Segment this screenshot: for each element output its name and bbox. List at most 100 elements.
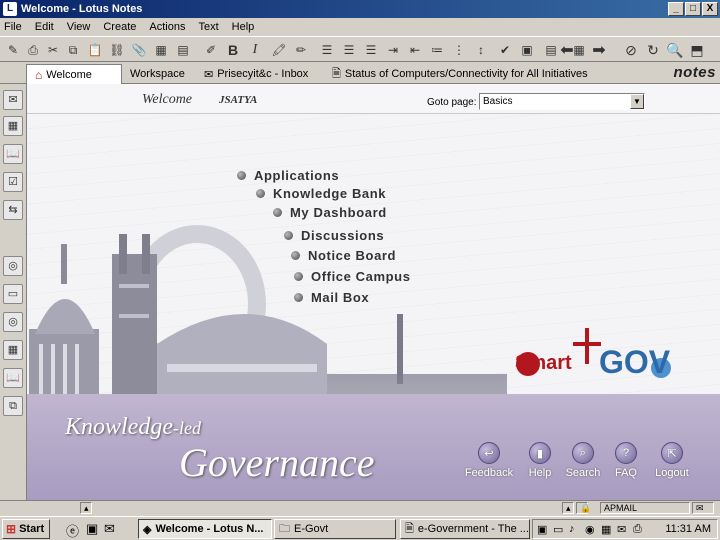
align-right-icon[interactable]: ☰ — [362, 41, 380, 59]
task-egovernment-doc[interactable]: 🗎 e-Government - The ... — [400, 519, 530, 539]
tray-app-icon[interactable]: ▦ — [601, 523, 611, 536]
start-button[interactable]: ⊞ Start — [2, 519, 50, 539]
logout-button[interactable]: ⇱ Logout — [644, 442, 700, 479]
tab-inbox[interactable]: ✉ Prisecyit&c - Inbox — [204, 64, 308, 84]
spell-icon[interactable]: ✔ — [496, 41, 514, 59]
tray-printer-icon[interactable]: ⎙ — [633, 523, 642, 536]
task-lotus-notes[interactable]: ◈ Welcome - Lotus N... — [138, 519, 272, 539]
text-color-icon[interactable]: ✏ — [292, 41, 310, 59]
tray-monitor-icon[interactable]: ▭ — [553, 523, 563, 536]
forward-icon[interactable]: ➡ — [590, 41, 608, 59]
link-discussions[interactable]: Discussions — [284, 228, 384, 243]
link-label: Notice Board — [308, 248, 397, 263]
tray-network-icon[interactable]: ▣ — [537, 523, 547, 536]
todo-bookmark-icon[interactable]: ☑ — [3, 172, 23, 192]
book-icon: ▮ — [529, 442, 551, 464]
edit-icon[interactable]: ✎ — [4, 41, 22, 59]
status-lock-icon[interactable]: 🔒 — [576, 502, 591, 514]
align-left-icon[interactable]: ☰ — [318, 41, 336, 59]
menu-actions[interactable]: Actions — [149, 21, 185, 33]
minimize-button[interactable]: _ — [668, 2, 684, 16]
search-icon[interactable]: 🔍 — [666, 41, 684, 59]
bullet-list-icon[interactable]: ≔ — [428, 41, 446, 59]
italic-button[interactable]: I — [246, 41, 264, 59]
tray-volume-icon[interactable]: ♪ — [569, 523, 575, 535]
start-label: Start — [19, 523, 45, 535]
print-icon[interactable]: ⎙ — [24, 41, 42, 59]
tab-status[interactable]: 🗎 Status of Computers/Connectivity for A… — [332, 64, 588, 84]
link-icon[interactable]: ⛓ — [108, 41, 126, 59]
menu-file[interactable]: File — [4, 21, 22, 33]
tagline-suffix: -led — [173, 418, 201, 438]
cut-icon[interactable]: ✂ — [44, 41, 62, 59]
table-icon[interactable]: ▦ — [152, 41, 170, 59]
bullet-icon — [273, 208, 282, 217]
status-up-icon[interactable]: ▴ — [80, 502, 92, 514]
history-bookmark-icon[interactable]: 📖 — [3, 368, 23, 388]
paint-icon[interactable]: ✐ — [202, 41, 220, 59]
format-icon[interactable]: ▤ — [174, 41, 192, 59]
more-bookmarks-icon[interactable]: ▦ — [3, 340, 23, 360]
bold-button[interactable]: B — [224, 41, 242, 59]
mail-bookmark-icon[interactable]: ✉ — [3, 90, 23, 110]
align-center-icon[interactable]: ☰ — [340, 41, 358, 59]
ie-quicklaunch-icon[interactable]: ⓔ — [66, 521, 79, 540]
back-icon[interactable]: ⬅ — [558, 41, 576, 59]
highlight-icon[interactable]: 🖍 — [270, 41, 288, 59]
archive-bookmark-icon[interactable]: ⧉ — [3, 396, 23, 416]
open-url-icon[interactable]: ⬒ — [688, 41, 706, 59]
insert-icon[interactable]: ▣ — [518, 41, 536, 59]
maximize-button[interactable]: □ — [685, 2, 701, 16]
task-egovt-folder[interactable]: 🗀 E-Govt — [274, 519, 396, 539]
attach-icon[interactable]: 📎 — [130, 41, 148, 59]
outlook-quicklaunch-icon[interactable]: ✉ — [104, 521, 115, 537]
menu-view[interactable]: View — [67, 21, 91, 33]
link-knowledge-bank[interactable]: Knowledge Bank — [256, 186, 386, 201]
menu-edit[interactable]: Edit — [35, 21, 54, 33]
tab-workspace[interactable]: Workspace — [130, 64, 185, 84]
menu-help[interactable]: Help — [232, 21, 255, 33]
calendar-bookmark-icon[interactable]: ▦ — [3, 116, 23, 136]
address-book-icon[interactable]: 📖 — [3, 144, 23, 164]
replicator-icon[interactable]: ⇆ — [3, 200, 23, 220]
desktop-quicklaunch-icon[interactable]: ▣ — [86, 521, 98, 537]
status-bar: ▴ ▴ 🔒 APMAIL ✉ — [0, 500, 720, 514]
paste-icon[interactable]: 📋 — [86, 41, 104, 59]
feedback-button[interactable]: ↩ Feedback — [461, 442, 517, 479]
refresh-icon[interactable]: ↻ — [644, 41, 662, 59]
menu-create[interactable]: Create — [103, 21, 136, 33]
chevron-down-icon[interactable]: ▼ — [630, 94, 644, 109]
inbox-status-icon[interactable]: ✉ — [692, 502, 714, 514]
page-title: Welcome — [142, 92, 193, 107]
bullet-icon — [294, 293, 303, 302]
mail-location[interactable]: APMAIL — [600, 502, 690, 514]
link-applications[interactable]: Applications — [237, 168, 339, 183]
copy-icon[interactable]: ⧉ — [64, 41, 82, 59]
tagline-word: Knowledge — [65, 414, 173, 440]
outdent-icon[interactable]: ⇤ — [406, 41, 424, 59]
indent-icon[interactable]: ⇥ — [384, 41, 402, 59]
status-up-icon[interactable]: ▴ — [562, 502, 574, 514]
menu-text[interactable]: Text — [198, 21, 218, 33]
tray-mail-icon[interactable]: ✉ — [617, 523, 626, 536]
favorites-bookmark-icon[interactable]: ▭ — [3, 284, 23, 304]
number-list-icon[interactable]: ⋮ — [450, 41, 468, 59]
databases-bookmark-icon[interactable]: ◎ — [3, 312, 23, 332]
stop-icon[interactable]: ⊘ — [622, 41, 640, 59]
spacing-icon[interactable]: ↕ — [472, 41, 490, 59]
task-label: e-Government - The ... — [417, 523, 529, 535]
link-label: My Dashboard — [290, 205, 387, 220]
link-mail-box[interactable]: Mail Box — [294, 290, 369, 305]
goto-page-select[interactable]: Basics ▼ — [479, 93, 645, 110]
tray-antivirus-icon[interactable]: ◉ — [585, 523, 595, 536]
tab-welcome[interactable]: ⌂ Welcome — [26, 64, 122, 84]
internet-bookmark-icon[interactable]: ◎ — [3, 256, 23, 276]
clock[interactable]: 11:31 AM — [665, 523, 711, 535]
goto-value: Basics — [483, 96, 513, 107]
link-office-campus[interactable]: Office Campus — [294, 269, 411, 284]
notes-logo: notes — [673, 64, 716, 81]
link-notice-board[interactable]: Notice Board — [291, 248, 396, 263]
link-my-dashboard[interactable]: My Dashboard — [273, 205, 387, 220]
home-icon: ⌂ — [35, 67, 43, 82]
close-button[interactable]: X — [702, 2, 718, 16]
